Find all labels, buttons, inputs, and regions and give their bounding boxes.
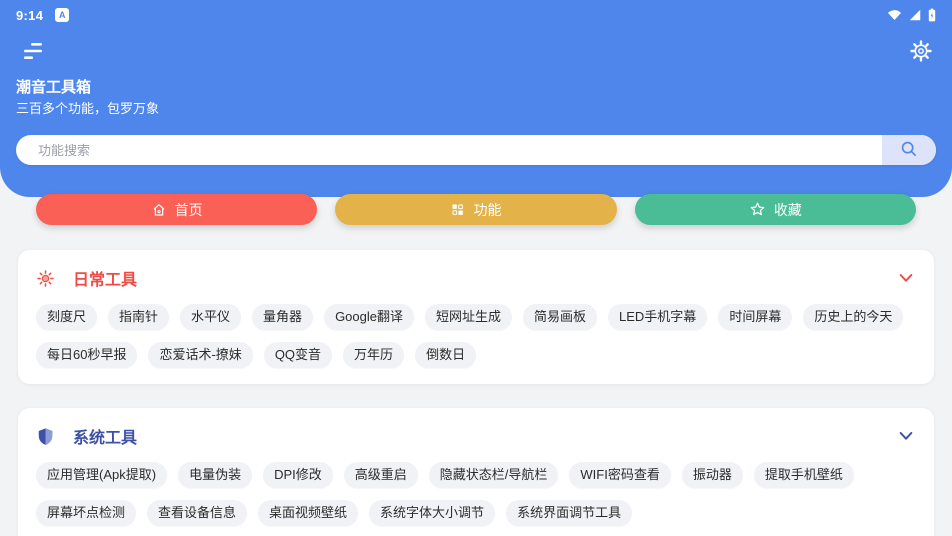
menu-icon	[20, 40, 46, 65]
tool-chip[interactable]: 振动器	[682, 462, 743, 488]
tool-chip[interactable]: 指南针	[108, 304, 169, 330]
search-bar	[16, 135, 936, 165]
notification-app-icon: A	[55, 8, 69, 22]
tool-chip[interactable]: 每日60秒早报	[36, 342, 137, 368]
wifi-icon	[887, 9, 902, 21]
tool-chip[interactable]: 提取手机壁纸	[754, 462, 854, 488]
collapse-section-button[interactable]	[896, 427, 916, 446]
header-toolbar	[16, 34, 936, 70]
search-icon	[899, 139, 919, 162]
signal-icon	[908, 9, 922, 21]
sun-icon	[36, 269, 55, 288]
status-bar: 9:14 A	[16, 0, 936, 28]
section-header: 日常工具	[36, 266, 916, 290]
shield-icon	[36, 427, 55, 446]
settings-button[interactable]	[906, 36, 936, 69]
star-icon	[749, 201, 766, 218]
gear-icon	[910, 40, 932, 65]
chip-row: 应用管理(Apk提取) 电量伪装 DPI修改高级重启隐藏状态栏/导航栏 WIFI密码查…	[36, 462, 916, 488]
tab-label: 功能	[473, 200, 501, 220]
tab-label: 首页	[175, 200, 203, 220]
tool-chip[interactable]: 高级重启	[344, 462, 418, 488]
grid-icon	[450, 202, 465, 217]
tool-chip[interactable]: 万年历	[343, 342, 404, 368]
tool-chip[interactable]: 屏幕坏点检测	[36, 500, 136, 526]
tool-chip[interactable]: LED手机字幕	[608, 304, 707, 330]
tool-chip[interactable]: 简易画板	[523, 304, 597, 330]
section-daily-tools: 日常工具 刻度尺指南针水平仪量角器 Google翻译短网址生成简易画板 LED手机字…	[18, 250, 934, 384]
tool-chip[interactable]: 桌面视频壁纸	[258, 500, 358, 526]
tool-chip[interactable]: Google翻译	[324, 304, 414, 330]
tool-chip[interactable]: 查看设备信息	[147, 500, 247, 526]
chip-row: 刻度尺指南针水平仪量角器 Google翻译短网址生成简易画板 LED手机字幕时间屏幕…	[36, 304, 916, 330]
battery-icon	[928, 8, 936, 22]
tool-chip[interactable]: 电量伪装	[178, 462, 252, 488]
tool-chip[interactable]: 系统字体大小调节	[369, 500, 495, 526]
home-icon	[151, 202, 167, 218]
section-header: 系统工具	[36, 424, 916, 448]
tool-chip[interactable]: QQ变音	[264, 342, 332, 368]
tool-chip[interactable]: 历史上的今天	[803, 304, 903, 330]
status-bar-right	[887, 8, 936, 22]
tool-chip[interactable]: 短网址生成	[425, 304, 512, 330]
chevron-down-icon	[898, 429, 914, 444]
tool-chip[interactable]: 隐藏状态栏/导航栏	[429, 462, 559, 488]
tab-label: 收藏	[774, 200, 802, 220]
chevron-down-icon	[898, 271, 914, 286]
tool-chip[interactable]: 系统界面调节工具	[506, 500, 632, 526]
chip-list: 应用管理(Apk提取) 电量伪装 DPI修改高级重启隐藏状态栏/导航栏 WIFI密码查…	[36, 462, 916, 526]
tool-chip[interactable]: 恋爱话术-撩妹	[148, 342, 252, 368]
chip-list: 刻度尺指南针水平仪量角器 Google翻译短网址生成简易画板 LED手机字幕时间屏幕…	[36, 304, 916, 368]
status-time: 9:14	[16, 8, 43, 23]
tool-chip[interactable]: 刻度尺	[36, 304, 97, 330]
tab-home[interactable]: 首页	[36, 194, 317, 225]
tool-chip[interactable]: 水平仪	[180, 304, 241, 330]
page-title: 潮音工具箱	[16, 78, 936, 97]
tool-chip[interactable]: DPI修改	[263, 462, 333, 488]
tool-chip[interactable]: 时间屏幕	[718, 304, 792, 330]
tab-bar: 首页 功能 收藏	[0, 194, 952, 225]
page-subtitle: 三百多个功能，包罗万象	[16, 101, 936, 117]
section-title: 日常工具	[73, 266, 137, 290]
tool-chip[interactable]: 应用管理(Apk提取)	[36, 462, 167, 488]
tab-favorites[interactable]: 收藏	[635, 194, 916, 225]
collapse-section-button[interactable]	[896, 269, 916, 288]
chip-row: 屏幕坏点检测查看设备信息桌面视频壁纸系统字体大小调节系统界面调节工具	[36, 500, 916, 526]
search-input[interactable]	[16, 135, 882, 165]
section-system-tools: 系统工具 应用管理(Apk提取) 电量伪装 DPI修改高级重启隐藏状态栏/导航栏 WI…	[18, 408, 934, 536]
tool-chip[interactable]: 倒数日	[415, 342, 476, 368]
chip-row: 每日60秒早报恋爱话术-撩妹 QQ变音万年历倒数日	[36, 342, 916, 368]
app-screen: 9:14 A	[0, 0, 952, 536]
tab-features[interactable]: 功能	[335, 194, 616, 225]
tool-chip[interactable]: WIFI密码查看	[569, 462, 670, 488]
status-bar-left: 9:14 A	[16, 8, 69, 23]
tool-chip[interactable]: 量角器	[252, 304, 313, 330]
section-title: 系统工具	[73, 424, 137, 448]
search-button[interactable]	[882, 135, 936, 165]
menu-button[interactable]	[16, 36, 50, 69]
app-header: 9:14 A	[0, 0, 952, 197]
